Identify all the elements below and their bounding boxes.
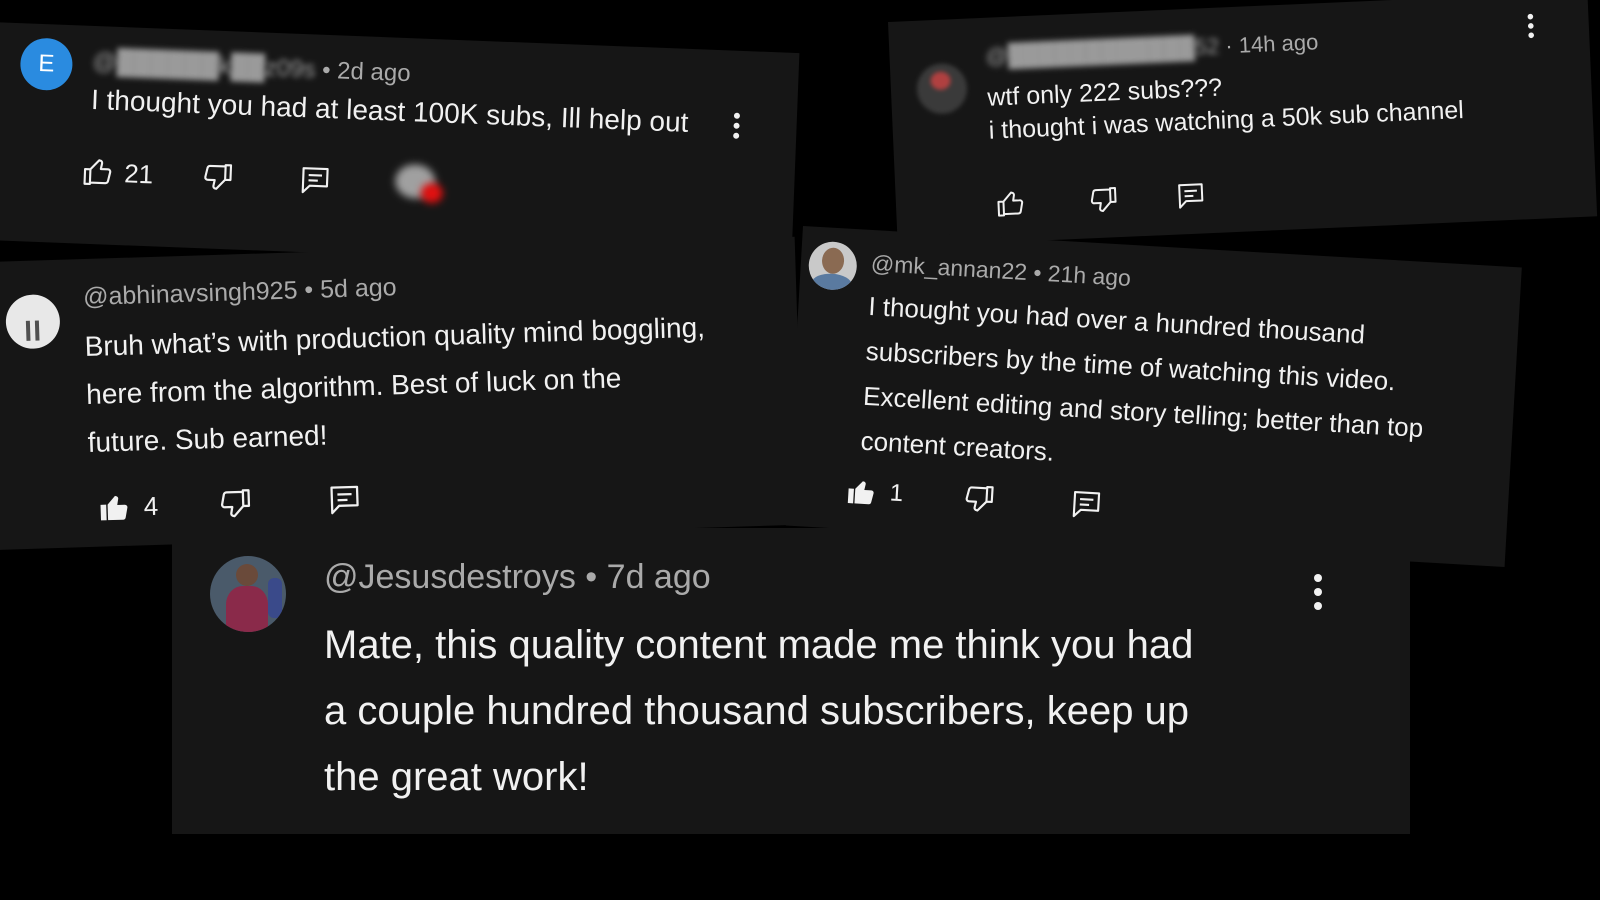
reply-button[interactable] <box>328 482 363 517</box>
like-button[interactable] <box>995 188 1026 219</box>
comment-line: Mate, this quality content made me think… <box>324 623 1194 667</box>
dislike-button[interactable] <box>962 482 996 516</box>
comment-timestamp: 7d ago <box>606 558 711 596</box>
comment-reply-icon <box>1073 491 1101 518</box>
meta-separator: • <box>303 275 314 305</box>
like-button[interactable] <box>845 475 879 509</box>
comment-text: Bruh what’s with production quality mind… <box>84 304 709 467</box>
comment-timestamp: 5d ago <box>319 273 398 304</box>
comment-card-1: E @██████k██z09s • 2d ago I thought you … <box>0 22 800 271</box>
avatar[interactable] <box>807 240 859 292</box>
more-vert-icon <box>731 111 742 141</box>
thumbs-down-icon <box>966 485 995 512</box>
comment-actions: 21 <box>82 152 452 206</box>
thumbs-up-icon <box>83 159 112 186</box>
avatar[interactable] <box>210 556 286 632</box>
comment-reply-icon <box>1178 183 1204 209</box>
comment-meta: @abhinavsingh925 • 5d ago <box>83 273 397 312</box>
dislike-button[interactable] <box>1087 184 1118 215</box>
comment-author[interactable]: @Jesusdestroys <box>324 558 576 596</box>
like-count: 21 <box>123 157 154 189</box>
more-options-button[interactable] <box>1525 12 1536 40</box>
thumbs-up-filled-icon <box>100 495 128 521</box>
more-vert-icon <box>1312 572 1324 612</box>
avatar-face <box>821 247 845 275</box>
avatar-figure <box>25 320 31 341</box>
meta-separator: • <box>321 56 332 85</box>
comment-timestamp: 14h ago <box>1238 29 1319 58</box>
dislike-button[interactable] <box>218 486 253 521</box>
comment-card-3: @abhinavsingh925 • 5d ago Bruh what’s wi… <box>0 236 804 550</box>
comment-author[interactable]: @abhinavsingh925 <box>83 276 298 311</box>
more-vert-icon <box>1525 12 1536 40</box>
comment-timestamp: 2d ago <box>336 57 412 88</box>
comment-line: a couple hundred thousand subscribers, k… <box>324 689 1190 733</box>
comment-card-2: @████████████52 · 14h ago wtf only 222 s… <box>888 0 1598 247</box>
blurred-username[interactable]: @██████k██z09s <box>92 48 316 85</box>
comment-meta: @Jesusdestroys • 7d ago <box>324 558 711 597</box>
comment-text: Mate, this quality content made me think… <box>324 612 1193 810</box>
comment-card-5: @Jesusdestroys • 7d ago Mate, this quali… <box>172 528 1410 834</box>
dislike-button[interactable] <box>201 160 234 193</box>
thumbs-down-icon <box>204 164 232 190</box>
avatar-letter: E <box>37 49 55 78</box>
avatar-shirt <box>226 586 268 632</box>
meta-separator: • <box>1032 259 1043 286</box>
avatar[interactable]: E <box>19 37 74 92</box>
comment-reply-icon <box>330 485 360 515</box>
comment-actions: 4 <box>97 482 362 524</box>
meta-separator: • <box>585 558 598 596</box>
more-options-button[interactable] <box>731 111 742 141</box>
comment-text: I thought you had at least 100K subs, Il… <box>90 82 689 141</box>
blurred-username[interactable]: @████████████52 <box>985 34 1220 70</box>
avatar-shirt <box>811 272 853 292</box>
creator-heart-icon <box>390 163 451 206</box>
blurred-avatar-image <box>930 71 951 91</box>
thumbs-down-icon <box>1090 187 1117 213</box>
reply-button[interactable] <box>298 164 331 197</box>
like-count: 4 <box>143 490 159 521</box>
thumbs-up-filled-icon <box>847 481 874 505</box>
comment-timestamp: 21h ago <box>1047 260 1132 291</box>
comment-author[interactable]: @mk_annan22 <box>870 250 1028 285</box>
like-button[interactable] <box>82 156 115 189</box>
meta-separator: · <box>1224 33 1234 59</box>
avatar-figure <box>268 578 282 618</box>
comment-actions <box>995 180 1206 219</box>
comment-meta: @████████████52 · 14h ago <box>985 29 1319 69</box>
heart-icon <box>420 182 444 204</box>
thumbs-up-icon <box>997 191 1024 217</box>
more-options-button[interactable] <box>1312 572 1324 612</box>
comment-text: wtf only 222 subs??? i thought i was wat… <box>987 61 1465 147</box>
reply-button[interactable] <box>1070 488 1104 522</box>
avatar-figure <box>34 320 40 341</box>
like-count: 1 <box>889 479 904 508</box>
comment-card-4: @mk_annan22 • 21h ago I thought you had … <box>785 226 1522 567</box>
avatar-figure <box>236 564 258 586</box>
comment-meta: @██████k██z09s • 2d ago <box>92 48 411 88</box>
like-button[interactable] <box>97 490 132 525</box>
comment-actions: 1 <box>845 475 1104 522</box>
comment-reply-icon <box>301 167 329 194</box>
avatar[interactable] <box>5 293 61 350</box>
thumbs-down-icon <box>221 489 251 518</box>
reply-button[interactable] <box>1175 180 1206 211</box>
comment-line: the great work! <box>324 755 589 799</box>
collage-canvas: E @██████k██z09s • 2d ago I thought you … <box>0 0 1600 900</box>
avatar[interactable] <box>915 62 969 115</box>
comment-text: I thought you had over a hundred thousan… <box>859 284 1429 496</box>
comment-line: I thought you had at least 100K subs, Il… <box>90 83 690 138</box>
